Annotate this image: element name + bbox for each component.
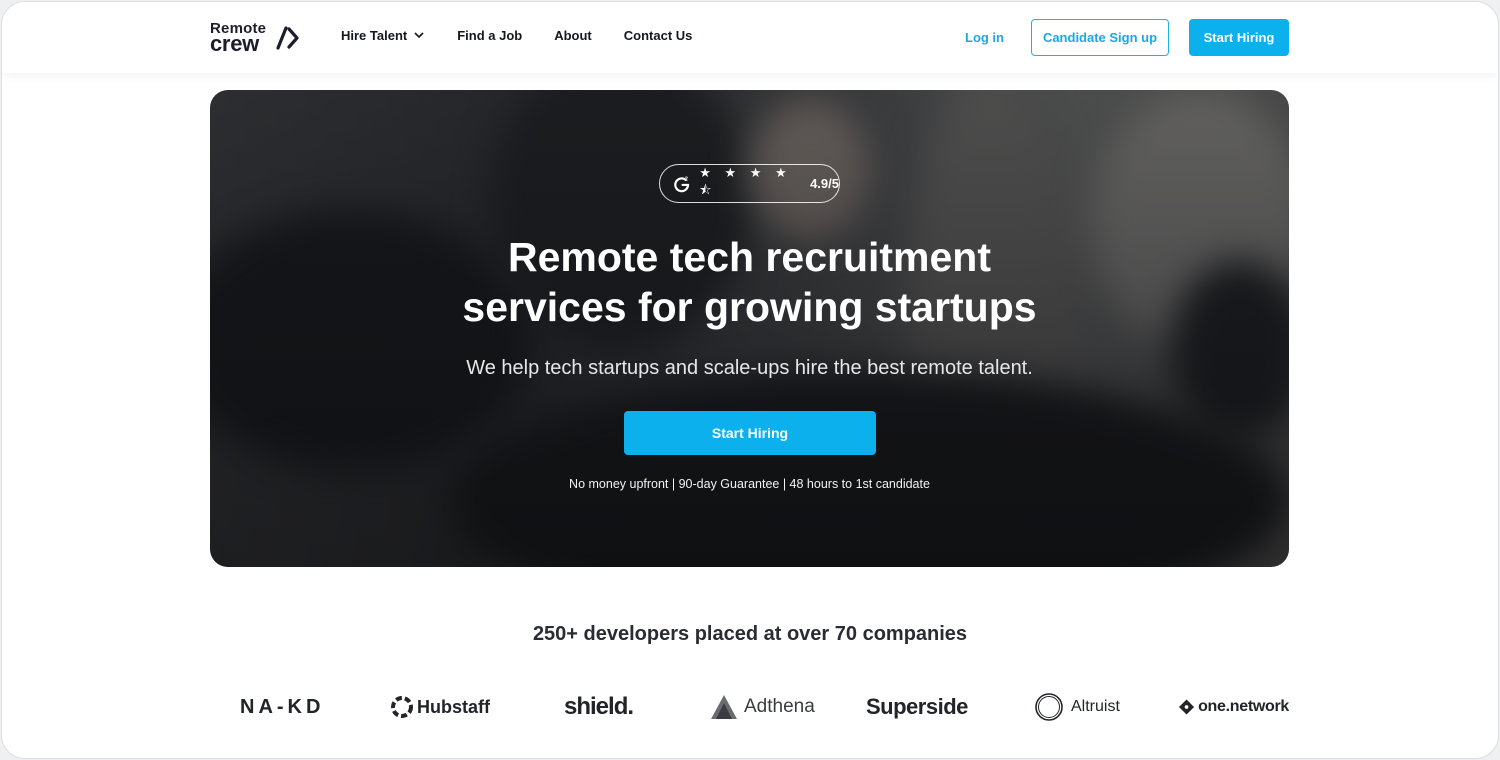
nav-hire-talent-label: Hire Talent — [341, 28, 408, 43]
altruist-logo: Altruist — [1034, 688, 1120, 726]
hubstaff-icon — [391, 696, 413, 718]
logo-text-bottom: crew — [210, 31, 259, 56]
companies-heading: 250+ developers placed at over 70 compan… — [532, 623, 968, 645]
g2-rating-badge: 2 ★ ★ ★ ★ ⯪ 4.9/5 — [659, 164, 840, 203]
one-network-logo-text: one.network — [1198, 698, 1289, 715]
chevron-slash-icon — [276, 26, 299, 50]
hero-title-line-2: services for growing startups — [462, 284, 1037, 330]
nav-find-a-job[interactable]: Find a Job — [457, 28, 522, 43]
start-hiring-hero-button[interactable]: Start Hiring — [624, 411, 876, 455]
adthena-logo-text: Adthena — [744, 696, 815, 717]
altruist-logo-text: Altruist — [1071, 698, 1120, 715]
adthena-icon — [711, 695, 737, 719]
hero-subtitle: We help tech startups and scale-ups hire… — [466, 357, 1033, 379]
superside-logo: Superside — [866, 694, 968, 719]
company-logos: NA-KD Hubstaff shield. Adthena Superside… — [2, 688, 1498, 728]
one-network-icon — [1179, 699, 1195, 715]
main-nav: Hire Talent Find a Job About Contact Us — [341, 28, 692, 43]
one-network-logo: one.network — [1179, 688, 1289, 726]
nav-contact-us[interactable]: Contact Us — [624, 28, 693, 43]
nav-about[interactable]: About — [554, 28, 592, 43]
hubstaff-logo: Hubstaff — [391, 688, 490, 726]
shield-logo: shield. — [564, 693, 634, 720]
login-link[interactable]: Log in — [965, 30, 1004, 45]
adthena-logo: Adthena — [710, 688, 815, 726]
svg-text:2: 2 — [685, 176, 688, 182]
start-hiring-header-button[interactable]: Start Hiring — [1189, 19, 1289, 56]
candidate-signup-button[interactable]: Candidate Sign up — [1031, 19, 1169, 56]
hero-section: 2 ★ ★ ★ ★ ⯪ 4.9/5 Remote tech recruitmen… — [210, 90, 1289, 567]
hubstaff-logo-text: Hubstaff — [417, 696, 490, 717]
altruist-icon — [1035, 693, 1063, 721]
hero-title: Remote tech recruitment services for gro… — [210, 232, 1289, 332]
nakd-logo: NA-KD — [240, 695, 325, 718]
chevron-down-icon — [414, 32, 424, 39]
site-header: Remote crew Hire Talent Find a Job About… — [2, 2, 1498, 73]
browser-frame: Remote crew Hire Talent Find a Job About… — [1, 1, 1499, 759]
rating-score: 4.9/5 — [810, 176, 839, 191]
g2-icon: 2 — [674, 176, 690, 192]
nav-hire-talent[interactable]: Hire Talent — [341, 28, 424, 43]
remote-crew-logo[interactable]: Remote crew — [210, 20, 302, 56]
hero-title-line-1: Remote tech recruitment — [507, 234, 991, 280]
rating-stars: ★ ★ ★ ★ ⯪ — [699, 164, 792, 197]
hero-guarantee-note: No money upfront | 90-day Guarantee | 48… — [569, 477, 930, 491]
